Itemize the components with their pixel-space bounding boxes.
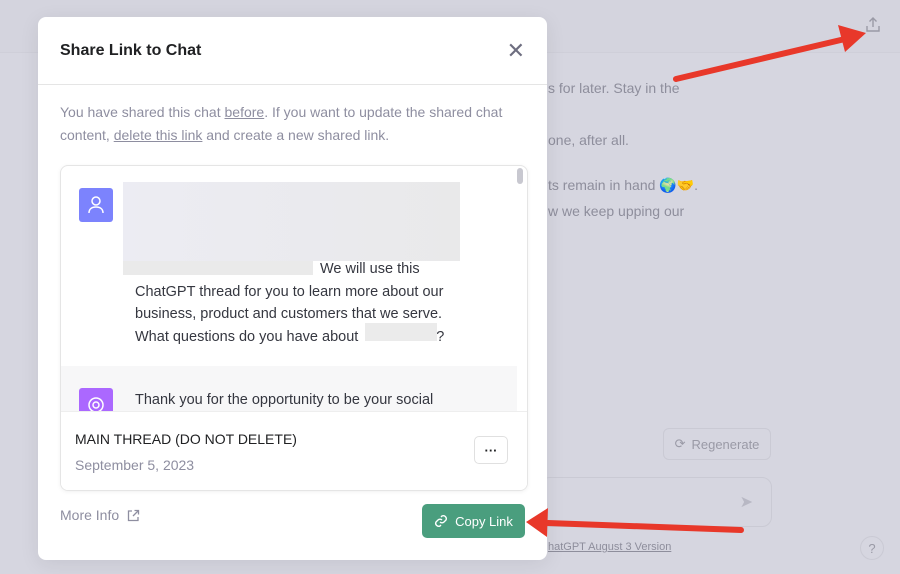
- more-info-label: More Info: [60, 507, 120, 523]
- message-input[interactable]: ➤: [540, 477, 772, 527]
- dialog-title: Share Link to Chat: [60, 41, 202, 59]
- chat-text: s for later. Stay in the: [548, 80, 680, 96]
- refresh-icon: ⟳: [674, 436, 686, 451]
- chatgpt-avatar: [79, 388, 113, 411]
- before-link[interactable]: before: [225, 104, 265, 120]
- scrollbar[interactable]: [517, 168, 523, 184]
- close-icon[interactable]: ✕: [507, 39, 525, 62]
- chat-preview-card: We will use this ChatGPT thread for you t…: [60, 165, 528, 491]
- copy-link-button[interactable]: Copy Link: [422, 504, 525, 538]
- assistant-message: Thank you for the opportunity to be your…: [135, 392, 434, 408]
- share-icon[interactable]: [864, 16, 882, 34]
- regenerate-button[interactable]: ⟳ Regenerate: [663, 428, 771, 460]
- thread-date: September 5, 2023: [75, 457, 195, 473]
- redacted-text: [123, 182, 460, 261]
- chat-text: one, after all.: [548, 132, 629, 148]
- dialog-description: You have shared this chat before. If you…: [60, 104, 503, 143]
- delete-link[interactable]: delete this link: [114, 127, 203, 143]
- chat-text: w we keep upping our: [548, 203, 685, 219]
- link-icon: [435, 515, 448, 527]
- user-icon: [88, 196, 104, 214]
- redacted-text: [365, 323, 437, 341]
- more-options-button[interactable]: ···: [474, 436, 508, 464]
- external-link-icon: [127, 509, 140, 521]
- user-avatar: [79, 188, 113, 222]
- openai-logo-icon: [88, 397, 104, 411]
- chat-preview[interactable]: We will use this ChatGPT thread for you t…: [61, 166, 527, 411]
- help-button[interactable]: ?: [860, 536, 884, 560]
- chat-text: ts remain in hand 🌍🤝.: [548, 177, 699, 193]
- send-icon[interactable]: ➤: [740, 492, 753, 512]
- more-info-link[interactable]: More Info: [60, 507, 140, 523]
- regenerate-label: Regenerate: [691, 436, 760, 452]
- thread-name: MAIN THREAD (DO NOT DELETE): [75, 431, 297, 447]
- share-link-dialog: Share Link to Chat ✕ You have shared thi…: [38, 17, 547, 560]
- version-link[interactable]: hatGPT August 3 Version: [548, 541, 671, 553]
- copy-link-label: Copy Link: [455, 513, 513, 529]
